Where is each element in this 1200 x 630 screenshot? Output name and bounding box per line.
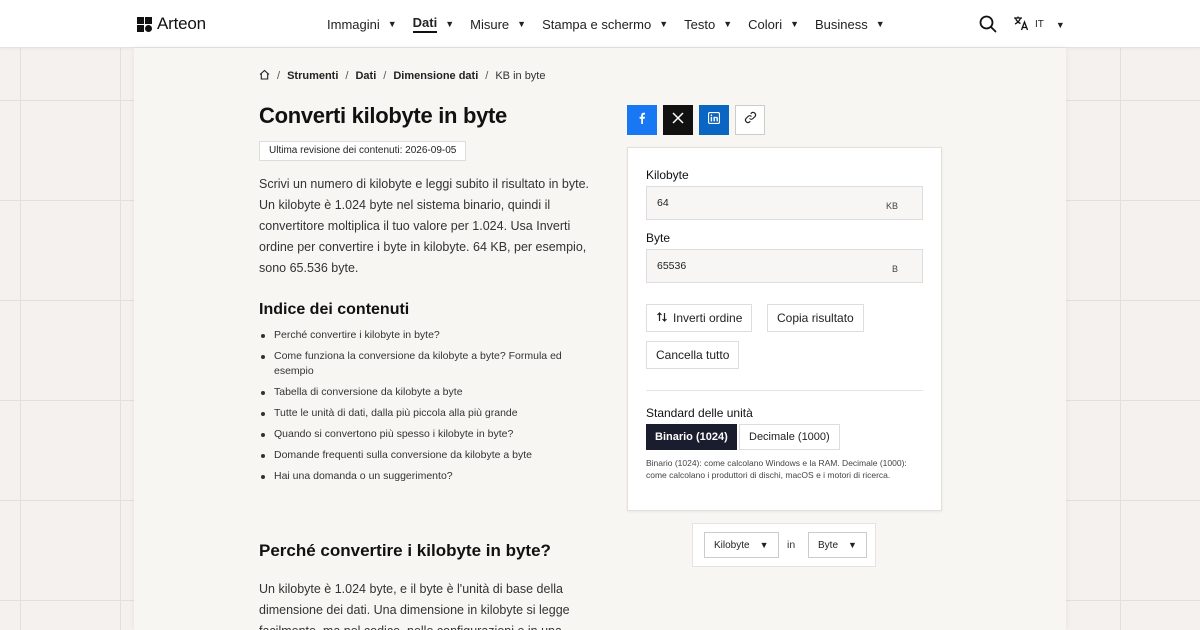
language-code: IT — [1035, 19, 1044, 30]
toc-item[interactable]: Quando si convertono più spesso i kiloby… — [259, 427, 579, 442]
main-nav: Immagini ▼ Dati ▼ Misure ▼ Stampa e schermo… — [327, 15, 901, 33]
caret-down-icon: ▼ — [387, 19, 397, 29]
swap-arrows-icon — [656, 311, 668, 326]
linkedin-icon — [707, 111, 721, 129]
toc-item[interactable]: Tabella di conversione da kilobyte a byt… — [259, 385, 579, 400]
toc-item[interactable]: Tutte le unità di dati, dalla più piccol… — [259, 406, 579, 421]
nav-label: Misure — [470, 16, 510, 32]
revision-badge: Ultima revisione dei contenuti: 2026-09-… — [259, 141, 467, 161]
binary-standard-option[interactable]: Binario (1024) — [646, 424, 737, 450]
facebook-icon — [636, 111, 648, 129]
caret-down-icon: ▼ — [759, 540, 769, 550]
share-bar — [627, 105, 765, 135]
nav-item-stampa-e-schermo[interactable]: Stampa e schermo ▼ — [542, 15, 668, 33]
byte-input[interactable]: 65536 B — [646, 249, 923, 283]
toc-heading: Indice dei contenuti — [259, 301, 410, 318]
x-icon — [672, 111, 684, 129]
nav-item-dati[interactable]: Dati ▼ — [412, 15, 455, 33]
language-selector[interactable]: IT ▼ — [1013, 15, 1065, 34]
to-unit-value: Byte — [818, 539, 839, 551]
kilobyte-value: 64 — [657, 197, 669, 209]
logo-icon — [137, 16, 152, 32]
breadcrumb: / Strumenti / Dati / Dimensione dati / K… — [259, 69, 545, 83]
home-icon[interactable] — [259, 69, 270, 83]
swap-order-button[interactable]: Inverti ordine — [646, 304, 753, 332]
caret-down-icon: ▼ — [723, 19, 733, 29]
caret-down-icon: ▼ — [875, 19, 885, 29]
toc-item[interactable]: Domande frequenti sulla conversione da k… — [259, 448, 579, 463]
toc-item[interactable]: Perché convertire i kilobyte in byte? — [259, 328, 579, 343]
toc-item[interactable]: Hai una domanda o un suggerimento? — [259, 469, 579, 484]
breadcrumb-separator: / — [277, 70, 281, 82]
to-unit-select[interactable]: Byte ▼ — [808, 532, 867, 558]
unit-standard-label: Standard delle unità — [646, 406, 753, 420]
kilobyte-input[interactable]: 64 KB — [646, 186, 923, 220]
nav-label: Immagini — [327, 16, 380, 32]
linkedin-share-button[interactable] — [699, 105, 729, 135]
top-navigation-bar: Arteon Immagini ▼ Dati ▼ Misure ▼ Stampa e … — [0, 0, 1200, 48]
from-unit-select[interactable]: Kilobyte ▼ — [704, 532, 779, 558]
byte-value: 65536 — [657, 260, 687, 272]
breadcrumb-separator: / — [485, 70, 489, 82]
nav-item-misure[interactable]: Misure ▼ — [470, 15, 526, 33]
copy-result-label: Copia risultato — [777, 311, 854, 325]
caret-down-icon: ▼ — [517, 19, 527, 29]
caret-down-icon: ▼ — [848, 540, 857, 550]
nav-item-immagini[interactable]: Immagini ▼ — [327, 15, 397, 33]
breadcrumb-strumenti[interactable]: Strumenti — [287, 70, 338, 82]
nav-item-testo[interactable]: Testo ▼ — [684, 15, 732, 33]
breadcrumb-current: KB in byte — [495, 70, 546, 82]
panel-divider — [646, 390, 923, 391]
section-paragraph: Un kilobyte è 1.024 byte, e il byte è l'… — [259, 582, 570, 630]
copy-link-button[interactable] — [735, 105, 765, 135]
translate-icon — [1013, 15, 1029, 34]
section-heading: Perché convertire i kilobyte in byte? — [259, 541, 551, 560]
link-icon — [744, 111, 757, 129]
from-unit-value: Kilobyte — [714, 539, 750, 551]
unit-connector: in — [787, 539, 796, 551]
nav-item-business[interactable]: Business ▼ — [815, 15, 885, 33]
caret-down-icon: ▼ — [659, 19, 669, 29]
swap-order-label: Inverti ordine — [673, 311, 743, 325]
search-icon[interactable] — [979, 15, 997, 33]
copy-result-button[interactable]: Copia risultato — [767, 304, 864, 332]
page-title: Converti kilobyte in byte — [259, 103, 507, 128]
breadcrumb-dimensione-dati[interactable]: Dimensione dati — [393, 70, 478, 82]
x-share-button[interactable] — [663, 105, 693, 135]
breadcrumb-separator: / — [345, 70, 349, 82]
unit-standard-note: Binario (1024): come calcolano Windows e… — [646, 458, 907, 480]
kilobyte-label: Kilobyte — [646, 168, 689, 182]
caret-down-icon: ▼ — [790, 19, 800, 29]
byte-label: Byte — [646, 231, 671, 245]
toc-item[interactable]: Come funziona la conversione da kilobyte… — [259, 349, 579, 379]
facebook-share-button[interactable] — [627, 105, 657, 135]
brand-logo[interactable]: Arteon — [137, 14, 206, 34]
caret-down-icon: ▼ — [445, 19, 455, 29]
clear-all-button[interactable]: Cancella tutto — [646, 341, 740, 369]
caret-down-icon: ▼ — [1055, 19, 1065, 30]
kilobyte-unit: KB — [885, 201, 898, 211]
nav-label: Business — [815, 16, 868, 32]
nav-label: Testo — [684, 16, 716, 32]
breadcrumb-separator: / — [383, 70, 387, 82]
decimal-standard-option[interactable]: Decimale (1000) — [739, 424, 840, 450]
nav-label: Stampa e schermo — [542, 16, 652, 32]
nav-label: Dati — [412, 15, 438, 33]
intro-paragraph: Scrivi un numero di kilobyte e leggi sub… — [259, 177, 590, 275]
brand-name: Arteon — [157, 14, 206, 33]
breadcrumb-dati[interactable]: Dati — [355, 70, 376, 82]
clear-all-label: Cancella tutto — [656, 348, 730, 362]
nav-item-colori[interactable]: Colori ▼ — [748, 15, 799, 33]
byte-unit: B — [891, 264, 898, 274]
nav-label: Colori — [748, 16, 783, 32]
table-of-contents: Perché convertire i kilobyte in byte? Co… — [259, 328, 579, 490]
